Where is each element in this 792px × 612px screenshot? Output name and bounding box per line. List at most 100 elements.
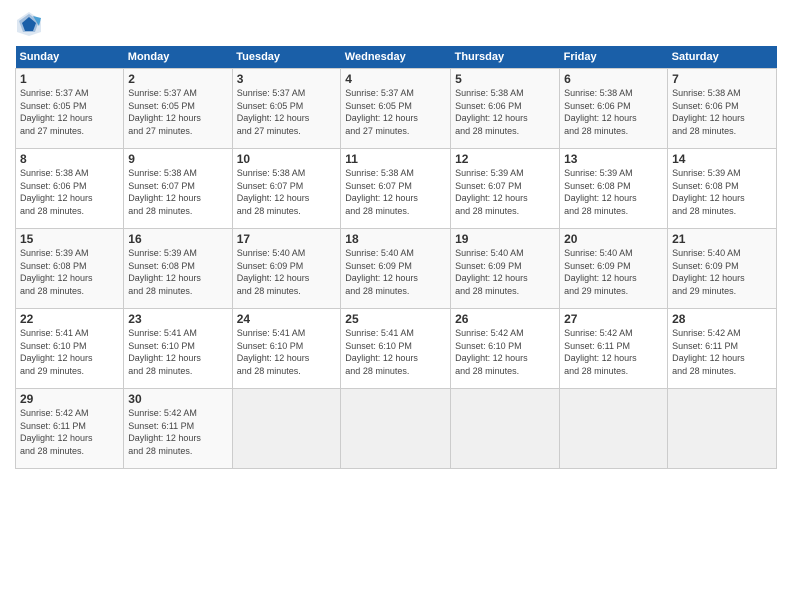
calendar-week-2: 15Sunrise: 5:39 AM Sunset: 6:08 PM Dayli… bbox=[16, 229, 777, 309]
day-info: Sunrise: 5:42 AM Sunset: 6:11 PM Dayligh… bbox=[128, 407, 227, 457]
day-info: Sunrise: 5:38 AM Sunset: 6:07 PM Dayligh… bbox=[128, 167, 227, 217]
calendar-cell: 1Sunrise: 5:37 AM Sunset: 6:05 PM Daylig… bbox=[16, 69, 124, 149]
calendar-week-3: 22Sunrise: 5:41 AM Sunset: 6:10 PM Dayli… bbox=[16, 309, 777, 389]
calendar-cell: 5Sunrise: 5:38 AM Sunset: 6:06 PM Daylig… bbox=[451, 69, 560, 149]
day-number: 14 bbox=[672, 152, 772, 166]
calendar-cell: 13Sunrise: 5:39 AM Sunset: 6:08 PM Dayli… bbox=[560, 149, 668, 229]
day-header-friday: Friday bbox=[560, 46, 668, 69]
day-number: 3 bbox=[237, 72, 337, 86]
day-number: 22 bbox=[20, 312, 119, 326]
calendar-cell: 16Sunrise: 5:39 AM Sunset: 6:08 PM Dayli… bbox=[124, 229, 232, 309]
header bbox=[15, 10, 777, 38]
calendar-cell bbox=[668, 389, 777, 469]
day-info: Sunrise: 5:37 AM Sunset: 6:05 PM Dayligh… bbox=[20, 87, 119, 137]
calendar-cell: 3Sunrise: 5:37 AM Sunset: 6:05 PM Daylig… bbox=[232, 69, 341, 149]
day-info: Sunrise: 5:38 AM Sunset: 6:07 PM Dayligh… bbox=[237, 167, 337, 217]
day-number: 1 bbox=[20, 72, 119, 86]
calendar-cell: 8Sunrise: 5:38 AM Sunset: 6:06 PM Daylig… bbox=[16, 149, 124, 229]
day-number: 6 bbox=[564, 72, 663, 86]
header-row: SundayMondayTuesdayWednesdayThursdayFrid… bbox=[16, 46, 777, 69]
logo bbox=[15, 10, 47, 38]
day-info: Sunrise: 5:37 AM Sunset: 6:05 PM Dayligh… bbox=[237, 87, 337, 137]
day-number: 28 bbox=[672, 312, 772, 326]
calendar-table: SundayMondayTuesdayWednesdayThursdayFrid… bbox=[15, 46, 777, 469]
calendar-cell: 15Sunrise: 5:39 AM Sunset: 6:08 PM Dayli… bbox=[16, 229, 124, 309]
day-info: Sunrise: 5:40 AM Sunset: 6:09 PM Dayligh… bbox=[345, 247, 446, 297]
day-header-wednesday: Wednesday bbox=[341, 46, 451, 69]
day-number: 29 bbox=[20, 392, 119, 406]
day-header-thursday: Thursday bbox=[451, 46, 560, 69]
day-number: 11 bbox=[345, 152, 446, 166]
day-info: Sunrise: 5:42 AM Sunset: 6:11 PM Dayligh… bbox=[20, 407, 119, 457]
day-header-saturday: Saturday bbox=[668, 46, 777, 69]
calendar-cell: 12Sunrise: 5:39 AM Sunset: 6:07 PM Dayli… bbox=[451, 149, 560, 229]
calendar-cell: 26Sunrise: 5:42 AM Sunset: 6:10 PM Dayli… bbox=[451, 309, 560, 389]
day-info: Sunrise: 5:41 AM Sunset: 6:10 PM Dayligh… bbox=[20, 327, 119, 377]
calendar-cell: 4Sunrise: 5:37 AM Sunset: 6:05 PM Daylig… bbox=[341, 69, 451, 149]
day-info: Sunrise: 5:38 AM Sunset: 6:06 PM Dayligh… bbox=[564, 87, 663, 137]
calendar-week-0: 1Sunrise: 5:37 AM Sunset: 6:05 PM Daylig… bbox=[16, 69, 777, 149]
day-number: 30 bbox=[128, 392, 227, 406]
calendar-cell: 14Sunrise: 5:39 AM Sunset: 6:08 PM Dayli… bbox=[668, 149, 777, 229]
day-number: 15 bbox=[20, 232, 119, 246]
day-info: Sunrise: 5:39 AM Sunset: 6:08 PM Dayligh… bbox=[20, 247, 119, 297]
calendar-cell: 25Sunrise: 5:41 AM Sunset: 6:10 PM Dayli… bbox=[341, 309, 451, 389]
day-info: Sunrise: 5:42 AM Sunset: 6:10 PM Dayligh… bbox=[455, 327, 555, 377]
day-info: Sunrise: 5:38 AM Sunset: 6:07 PM Dayligh… bbox=[345, 167, 446, 217]
calendar-cell bbox=[341, 389, 451, 469]
calendar-cell: 6Sunrise: 5:38 AM Sunset: 6:06 PM Daylig… bbox=[560, 69, 668, 149]
calendar-cell bbox=[232, 389, 341, 469]
calendar-cell: 24Sunrise: 5:41 AM Sunset: 6:10 PM Dayli… bbox=[232, 309, 341, 389]
day-number: 26 bbox=[455, 312, 555, 326]
calendar-cell: 20Sunrise: 5:40 AM Sunset: 6:09 PM Dayli… bbox=[560, 229, 668, 309]
calendar-cell: 11Sunrise: 5:38 AM Sunset: 6:07 PM Dayli… bbox=[341, 149, 451, 229]
day-info: Sunrise: 5:40 AM Sunset: 6:09 PM Dayligh… bbox=[237, 247, 337, 297]
day-info: Sunrise: 5:39 AM Sunset: 6:08 PM Dayligh… bbox=[564, 167, 663, 217]
day-info: Sunrise: 5:42 AM Sunset: 6:11 PM Dayligh… bbox=[672, 327, 772, 377]
day-info: Sunrise: 5:40 AM Sunset: 6:09 PM Dayligh… bbox=[564, 247, 663, 297]
day-number: 21 bbox=[672, 232, 772, 246]
day-number: 4 bbox=[345, 72, 446, 86]
calendar-cell: 30Sunrise: 5:42 AM Sunset: 6:11 PM Dayli… bbox=[124, 389, 232, 469]
calendar-container: SundayMondayTuesdayWednesdayThursdayFrid… bbox=[0, 0, 792, 612]
day-number: 10 bbox=[237, 152, 337, 166]
calendar-cell: 28Sunrise: 5:42 AM Sunset: 6:11 PM Dayli… bbox=[668, 309, 777, 389]
logo-icon bbox=[15, 10, 43, 38]
day-number: 18 bbox=[345, 232, 446, 246]
calendar-cell: 22Sunrise: 5:41 AM Sunset: 6:10 PM Dayli… bbox=[16, 309, 124, 389]
calendar-cell bbox=[451, 389, 560, 469]
day-info: Sunrise: 5:38 AM Sunset: 6:06 PM Dayligh… bbox=[20, 167, 119, 217]
day-number: 7 bbox=[672, 72, 772, 86]
day-number: 9 bbox=[128, 152, 227, 166]
day-info: Sunrise: 5:41 AM Sunset: 6:10 PM Dayligh… bbox=[237, 327, 337, 377]
calendar-cell: 7Sunrise: 5:38 AM Sunset: 6:06 PM Daylig… bbox=[668, 69, 777, 149]
day-number: 27 bbox=[564, 312, 663, 326]
day-number: 25 bbox=[345, 312, 446, 326]
calendar-cell: 29Sunrise: 5:42 AM Sunset: 6:11 PM Dayli… bbox=[16, 389, 124, 469]
day-header-sunday: Sunday bbox=[16, 46, 124, 69]
day-number: 5 bbox=[455, 72, 555, 86]
day-info: Sunrise: 5:39 AM Sunset: 6:08 PM Dayligh… bbox=[128, 247, 227, 297]
calendar-cell: 19Sunrise: 5:40 AM Sunset: 6:09 PM Dayli… bbox=[451, 229, 560, 309]
calendar-cell: 23Sunrise: 5:41 AM Sunset: 6:10 PM Dayli… bbox=[124, 309, 232, 389]
day-info: Sunrise: 5:40 AM Sunset: 6:09 PM Dayligh… bbox=[455, 247, 555, 297]
day-info: Sunrise: 5:37 AM Sunset: 6:05 PM Dayligh… bbox=[128, 87, 227, 137]
day-number: 13 bbox=[564, 152, 663, 166]
day-info: Sunrise: 5:41 AM Sunset: 6:10 PM Dayligh… bbox=[345, 327, 446, 377]
day-info: Sunrise: 5:41 AM Sunset: 6:10 PM Dayligh… bbox=[128, 327, 227, 377]
day-number: 12 bbox=[455, 152, 555, 166]
day-number: 24 bbox=[237, 312, 337, 326]
calendar-week-4: 29Sunrise: 5:42 AM Sunset: 6:11 PM Dayli… bbox=[16, 389, 777, 469]
day-info: Sunrise: 5:40 AM Sunset: 6:09 PM Dayligh… bbox=[672, 247, 772, 297]
calendar-cell: 2Sunrise: 5:37 AM Sunset: 6:05 PM Daylig… bbox=[124, 69, 232, 149]
calendar-cell: 10Sunrise: 5:38 AM Sunset: 6:07 PM Dayli… bbox=[232, 149, 341, 229]
calendar-cell: 21Sunrise: 5:40 AM Sunset: 6:09 PM Dayli… bbox=[668, 229, 777, 309]
day-info: Sunrise: 5:38 AM Sunset: 6:06 PM Dayligh… bbox=[672, 87, 772, 137]
calendar-cell bbox=[560, 389, 668, 469]
calendar-week-1: 8Sunrise: 5:38 AM Sunset: 6:06 PM Daylig… bbox=[16, 149, 777, 229]
day-info: Sunrise: 5:38 AM Sunset: 6:06 PM Dayligh… bbox=[455, 87, 555, 137]
calendar-cell: 17Sunrise: 5:40 AM Sunset: 6:09 PM Dayli… bbox=[232, 229, 341, 309]
day-header-tuesday: Tuesday bbox=[232, 46, 341, 69]
day-number: 8 bbox=[20, 152, 119, 166]
day-number: 20 bbox=[564, 232, 663, 246]
